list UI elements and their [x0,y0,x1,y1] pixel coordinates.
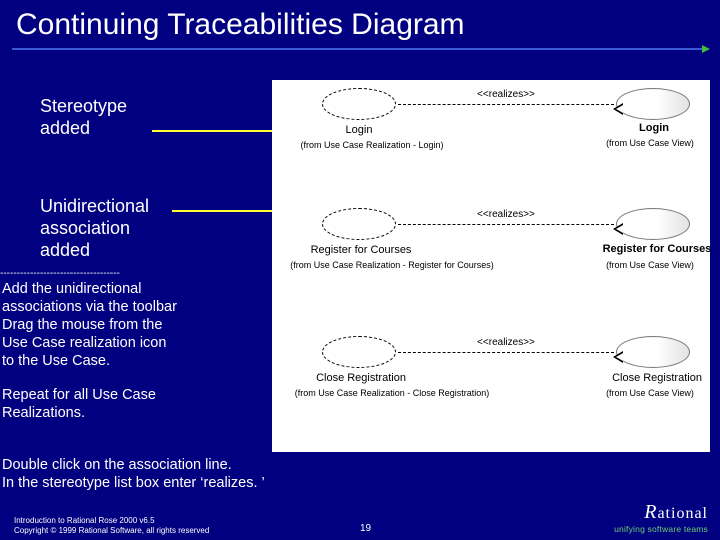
realizes-label: <<realizes>> [466,89,546,100]
from-close-usecase: (from Use Case View) [590,388,710,398]
label-register-realization: Register for Courses [286,244,436,256]
realizes-arrow-close [398,352,614,353]
realizes-arrow-register [398,224,614,225]
usecase-realization-login [322,88,396,120]
instruction-repeat: Repeat for all Use CaseRealizations. [2,386,262,422]
from-register-usecase: (from Use Case View) [590,260,710,270]
brand-text: RRationalational [614,501,708,524]
label-register-usecase: Register for Courses [582,243,720,255]
page-number: 19 [360,523,371,534]
usecase-realization-register [322,208,396,240]
realizes-arrow-login [398,104,614,105]
brand-tagline: unifying software teams [614,524,708,534]
diagram-panel: <<realizes>> Login (from Use Case Realiz… [272,80,710,452]
caption-stereotype: Stereotypeadded [40,95,220,139]
label-login-realization: Login [302,124,416,136]
instruction-add-associations: Add the unidirectional associations via … [2,280,262,370]
label-close-usecase: Close Registration [582,372,720,384]
slide-title: Continuing Traceabilities Diagram [16,8,465,42]
footer-copyright: Introduction to Rational Rose 2000 v6.5 … [14,516,209,536]
footer-line1: Introduction to Rational Rose 2000 v6.5 [14,516,209,526]
usecase-login [616,88,690,120]
instruction-stereotype-entry: Double click on the association line.In … [2,456,702,492]
from-register-realization: (from Use Case Realization - Register fo… [262,260,522,270]
divider-dashes: ------------------------------------ [0,268,250,279]
from-login-realization: (from Use Case Realization - Login) [272,140,472,150]
footer-line2: Copyright © 1999 Rational Software, all … [14,526,209,536]
realizes-label: <<realizes>> [466,209,546,220]
arrow-icon [702,45,710,53]
realizes-label: <<realizes>> [466,337,546,348]
title-underline [12,48,708,54]
from-close-realization: (from Use Case Realization - Close Regis… [262,388,522,398]
from-login-usecase: (from Use Case View) [590,138,710,148]
usecase-register [616,208,690,240]
usecase-close [616,336,690,368]
label-close-realization: Close Registration [286,372,436,384]
usecase-realization-close [322,336,396,368]
caption-unidirectional: Unidirectionalassociationadded [40,195,220,261]
rational-logo: RRationalational unifying software teams [614,501,708,534]
label-login-usecase: Login [602,122,706,134]
